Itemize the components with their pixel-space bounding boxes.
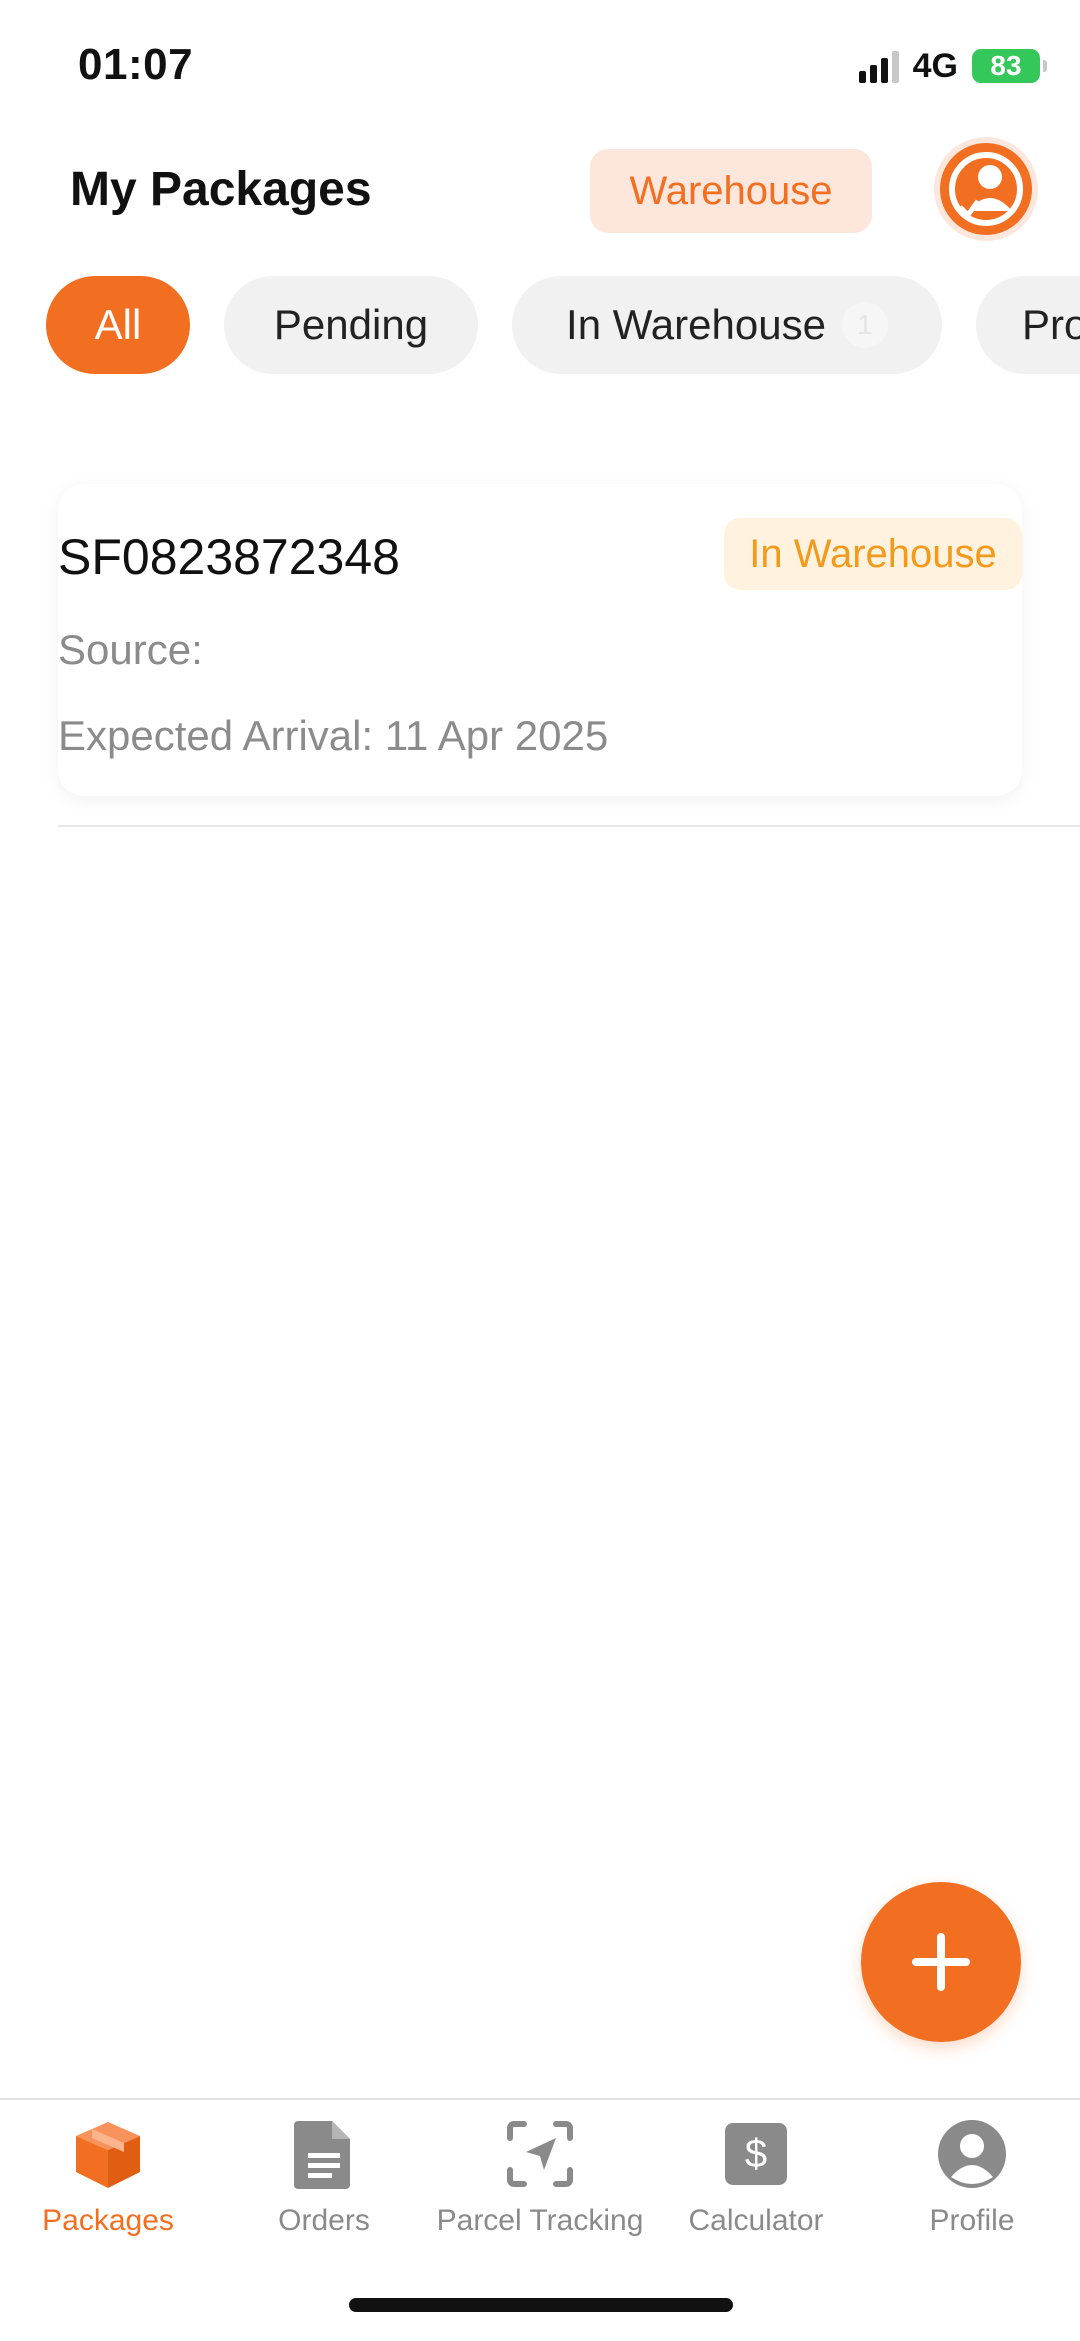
add-package-button[interactable] bbox=[861, 1882, 1021, 2042]
document-icon bbox=[284, 2114, 364, 2194]
status-time: 01:07 bbox=[78, 40, 194, 89]
tab-profile[interactable]: Profile bbox=[864, 2114, 1080, 2264]
status-badge: In Warehouse bbox=[724, 518, 1022, 590]
tab-calculator[interactable]: $ Calculator bbox=[648, 2114, 864, 2264]
profile-icon bbox=[932, 2114, 1012, 2194]
filter-chip-processing[interactable]: Pro bbox=[976, 276, 1080, 374]
expected-arrival: Expected Arrival: 11 Apr 2025 bbox=[58, 712, 609, 759]
tab-label: Orders bbox=[278, 2204, 370, 2237]
tab-packages[interactable]: Packages bbox=[0, 2114, 216, 2264]
tracking-number: SF0823872348 bbox=[58, 529, 400, 585]
battery-icon: 83 bbox=[972, 49, 1047, 83]
chip-label: Pending bbox=[273, 301, 429, 348]
user-avatar-icon[interactable] bbox=[940, 143, 1032, 235]
warehouse-button[interactable]: Warehouse bbox=[590, 149, 872, 233]
tab-label: Calculator bbox=[688, 2204, 824, 2237]
status-bar: 01:07 4G 83 bbox=[0, 0, 1080, 130]
navigation-arrow-icon bbox=[500, 2114, 580, 2194]
tab-label: Profile bbox=[929, 2204, 1015, 2237]
filter-chip-pending[interactable]: Pending bbox=[224, 276, 478, 374]
tab-orders[interactable]: Orders bbox=[216, 2114, 432, 2264]
list-divider bbox=[58, 825, 1080, 827]
svg-text:$: $ bbox=[745, 2132, 767, 2176]
chip-label: All bbox=[94, 301, 142, 348]
home-indicator[interactable] bbox=[349, 2298, 733, 2312]
filter-chip-all[interactable]: All bbox=[46, 276, 190, 374]
cellular-signal-icon bbox=[858, 49, 899, 83]
status-indicators: 4G 83 bbox=[858, 46, 1047, 86]
tab-parcel-tracking[interactable]: Parcel Tracking bbox=[432, 2114, 648, 2264]
tab-label: Packages bbox=[42, 2204, 174, 2237]
package-card[interactable]: SF0823872348 In Warehouse Source: Expect… bbox=[58, 484, 1022, 796]
filter-chips: All Pending In Warehouse 1 Pro bbox=[0, 276, 1080, 376]
plus-icon bbox=[912, 1933, 970, 1991]
battery-level: 83 bbox=[990, 50, 1022, 81]
tab-label: Parcel Tracking bbox=[436, 2204, 644, 2237]
filter-chip-in-warehouse[interactable]: In Warehouse 1 bbox=[512, 276, 942, 374]
chip-count-badge: 1 bbox=[841, 302, 888, 348]
network-type: 4G bbox=[912, 46, 958, 85]
dollar-icon: $ bbox=[716, 2114, 796, 2194]
package-source: Source: bbox=[58, 626, 203, 673]
chip-label: Pro bbox=[1022, 301, 1080, 348]
header: My Packages Warehouse bbox=[0, 140, 1080, 250]
chip-label: In Warehouse bbox=[566, 301, 826, 348]
page-title: My Packages bbox=[70, 163, 372, 216]
package-box-icon bbox=[68, 2114, 148, 2194]
